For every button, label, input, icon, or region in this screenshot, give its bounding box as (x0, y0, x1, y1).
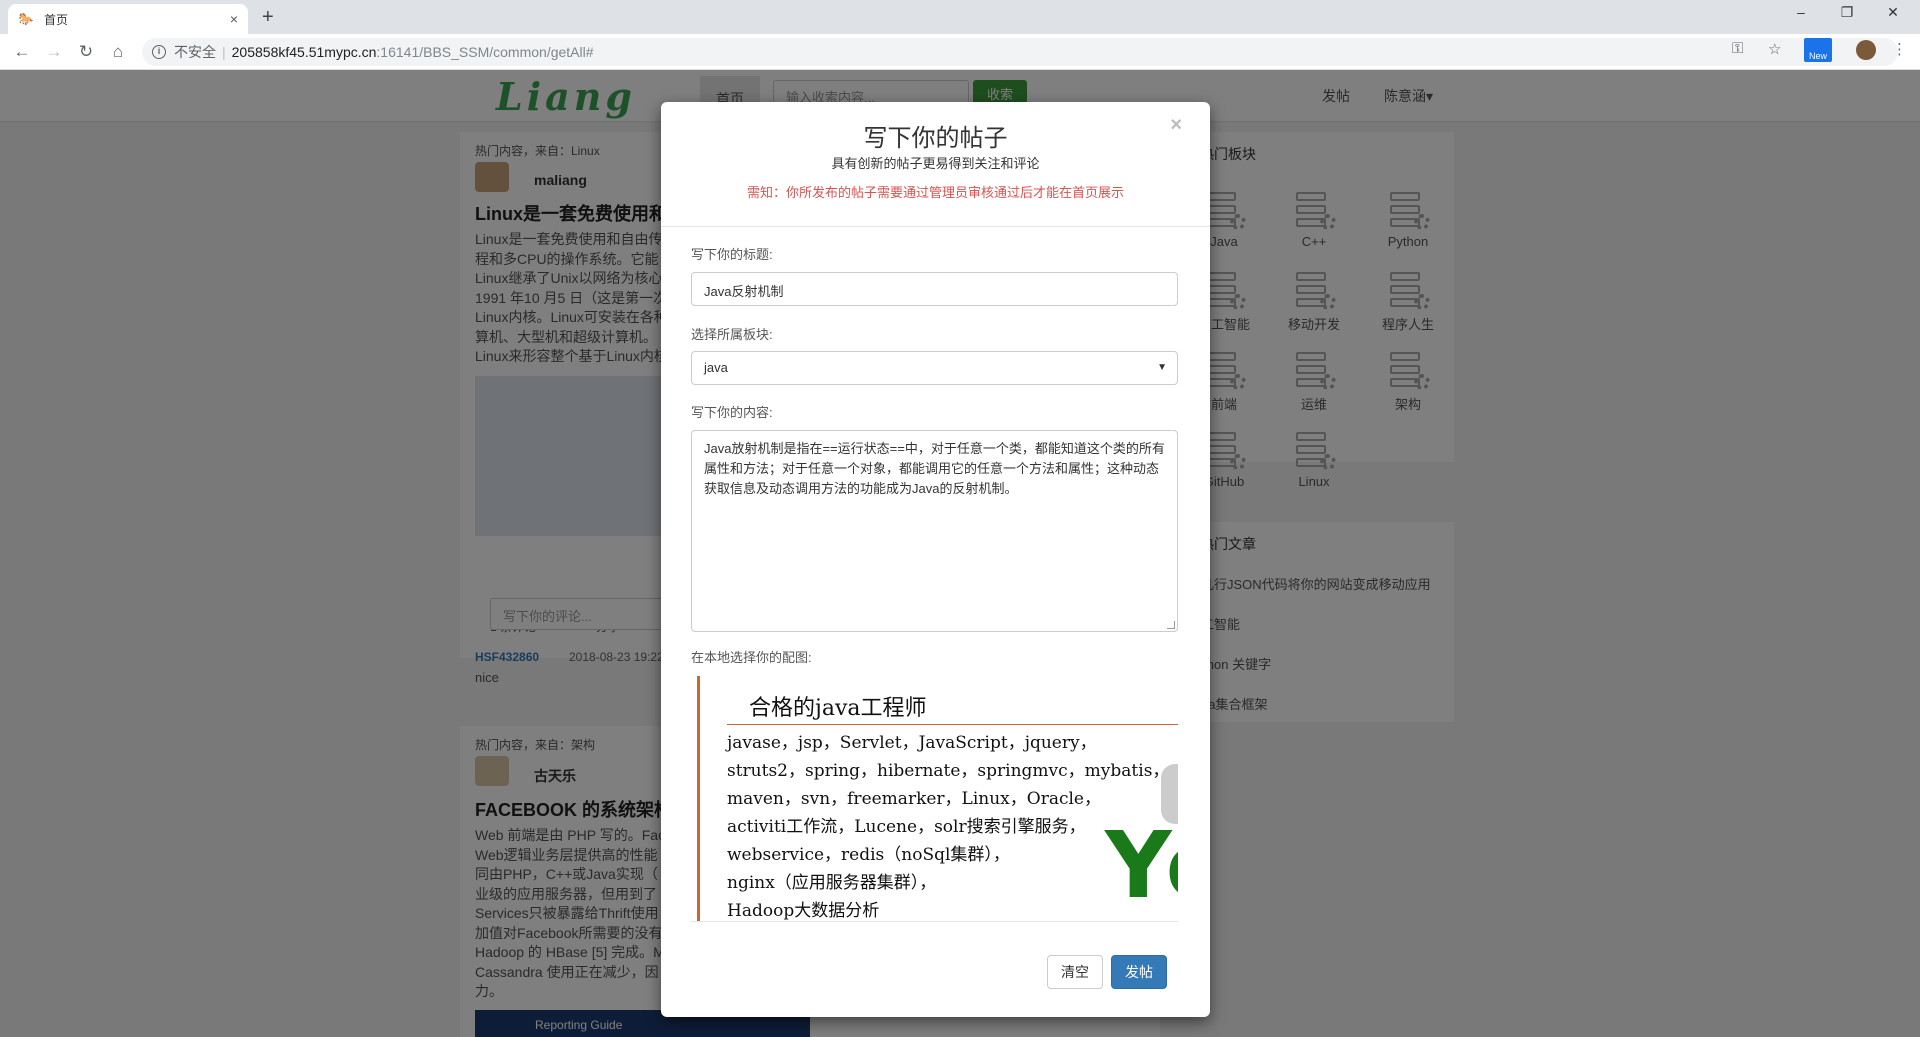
preview-line: activiti工作流，Lucene，solr搜索引擎服务， (727, 817, 1086, 837)
browser-tab[interactable]: 🐎 首页 × (8, 4, 248, 34)
preview-line: Hadoop大数据分析 (727, 901, 880, 921)
resize-handle-icon[interactable] (1167, 621, 1175, 629)
address-separator: | (222, 44, 226, 60)
submit-post-button[interactable]: 发帖 (1111, 955, 1167, 989)
board-select-value: java (704, 360, 728, 375)
profile-avatar-icon[interactable] (1856, 40, 1876, 60)
browser-toolbar: ← → ↻ ⌂ i 不安全 | 205858kf45.51mypc.cn :16… (0, 34, 1920, 70)
modal-close-icon[interactable]: × (1170, 114, 1182, 137)
image-preview[interactable]: 合格的java工程师 javase，jsp，Servlet，JavaScript… (691, 672, 1178, 922)
image-label: 在本地选择你的配图: (691, 650, 812, 665)
content-label: 写下你的内容: (691, 405, 773, 420)
menu-dots-icon[interactable]: ⋮ (1892, 40, 1907, 58)
preview-accent-bar (697, 676, 700, 921)
preview-line: webservice，redis（noSql集群）， (727, 845, 1010, 865)
preview-divider (727, 724, 1178, 725)
extension-new-icon[interactable]: New (1804, 38, 1832, 62)
board-select[interactable]: java ▼ (691, 351, 1178, 385)
modal-notice: 需知：你所发布的帖子需要通过管理员审核通过后才能在首页展示 (746, 185, 1124, 200)
restore-button[interactable]: ❐ (1824, 4, 1870, 21)
home-icon[interactable]: ⌂ (108, 42, 128, 62)
post-content-textarea[interactable]: Java放射机制是指在==运行状态==中，对于任意一个类，都能知道这个类的所有属… (691, 430, 1178, 632)
title-label: 写下你的标题: (691, 247, 773, 262)
tab-title: 首页 (44, 12, 69, 27)
bookmark-star-icon[interactable]: ☆ (1768, 40, 1781, 58)
board-label: 选择所属板块: (691, 327, 773, 342)
new-post-modal: 写下你的帖子 具有创新的帖子更易得到关注和评论 需知：你所发布的帖子需要通过管理… (661, 102, 1210, 1017)
modal-header: 写下你的帖子 具有创新的帖子更易得到关注和评论 需知：你所发布的帖子需要通过管理… (661, 102, 1210, 227)
info-icon[interactable]: i (152, 45, 166, 59)
browser-tab-strip: 🐎 首页 × + – ❐ ✕ (0, 0, 1920, 34)
tab-close-icon[interactable]: × (230, 11, 238, 27)
modal-footer: 清空 发帖 (661, 922, 1210, 1017)
preview-line: javase，jsp，Servlet，JavaScript，jquery， (727, 733, 1097, 753)
modal-title: 写下你的帖子 (863, 125, 1008, 152)
url-host: 205858kf45.51mypc.cn (231, 44, 377, 60)
new-tab-button[interactable]: + (262, 6, 274, 29)
url-path: :16141/BBS_SSM/common/getAll# (376, 44, 594, 60)
site-favicon-icon: 🐎 (18, 12, 34, 26)
back-arrow-icon[interactable]: ← (12, 42, 32, 62)
preview-line: nginx（应用服务器集群）， (727, 873, 937, 893)
clear-button[interactable]: 清空 (1047, 955, 1103, 989)
forward-arrow-icon[interactable]: → (44, 42, 64, 62)
preview-heading: 合格的java工程师 (749, 696, 927, 721)
preview-line: maven，svn，freemarker，Linux，Oracle， (727, 789, 1101, 809)
post-content-text: Java放射机制是指在==运行状态==中，对于任意一个类，都能知道这个类的所有属… (704, 441, 1165, 496)
security-status: 不安全 (174, 44, 216, 60)
minimize-button[interactable]: – (1778, 4, 1824, 20)
window-close-button[interactable]: ✕ (1870, 4, 1916, 21)
preview-logo-graphic: Yc (1105, 812, 1178, 919)
reload-icon[interactable]: ↻ (76, 42, 96, 62)
dropdown-arrow-icon: ▼ (1157, 362, 1167, 373)
preview-line: struts2，spring，hibernate，springmvc，mybat… (727, 761, 1170, 781)
address-bar[interactable]: i 不安全 | 205858kf45.51mypc.cn :16141/BBS_… (142, 38, 1898, 66)
modal-subtitle: 具有创新的帖子更易得到关注和评论 (831, 156, 1040, 171)
key-icon[interactable]: ⚿ (1732, 40, 1743, 57)
post-title-input[interactable]: Java反射机制 (691, 272, 1178, 306)
